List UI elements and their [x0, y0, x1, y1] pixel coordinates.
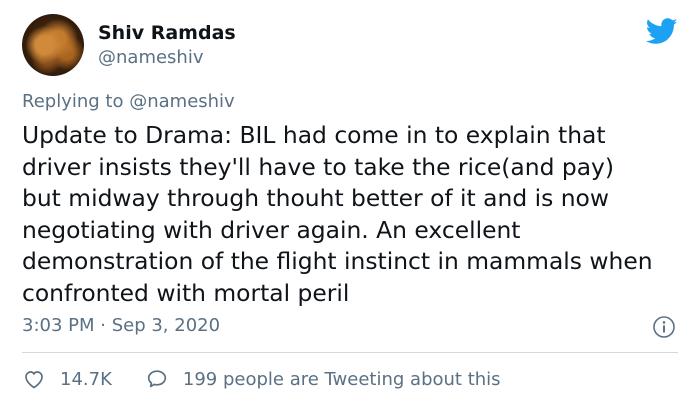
info-icon[interactable]	[652, 315, 676, 339]
author-handle[interactable]: @nameshiv	[98, 47, 204, 68]
divider	[22, 352, 678, 353]
conversation-text: 199 people are Tweeting about this	[182, 368, 501, 390]
replying-to-mention[interactable]: @nameshiv	[129, 91, 235, 112]
like-count: 14.7K	[60, 368, 112, 390]
tweet-text-line: demonstration of the flight instinct in …	[22, 247, 653, 275]
like-button[interactable]: 14.7K	[22, 367, 112, 391]
replying-to-label: Replying to	[22, 91, 124, 112]
speech-bubble-icon	[147, 370, 167, 388]
author-display-name[interactable]: Shiv Ramdas	[98, 22, 236, 44]
tweet-text: Update to Drama: BIL had come in to expl…	[22, 120, 687, 309]
twitter-bird-icon[interactable]	[646, 18, 678, 45]
conversation-link[interactable]: 199 people are Tweeting about this	[145, 367, 501, 391]
tweet-text-line: but midway through thouht better of it a…	[22, 184, 609, 212]
heart-icon	[25, 371, 43, 389]
replying-to: Replying to @nameshiv	[22, 91, 235, 112]
author-avatar[interactable]	[22, 14, 84, 76]
tweet-text-line: driver insists they'll have to take the …	[22, 152, 615, 181]
tweet-card: Shiv Ramdas @nameshiv Replying to @names…	[0, 0, 700, 406]
tweet-text-line: Update to Drama: BIL had come in to expl…	[22, 121, 606, 149]
tweet-actions: 14.7K 199 people are Tweeting about this	[22, 366, 501, 392]
tweet-text-line: confronted with mortal peril	[22, 278, 350, 307]
tweet-text-line: negotiating with driver again. An excell…	[22, 215, 521, 244]
tweet-timestamp[interactable]: 3:03 PM · Sep 3, 2020	[22, 315, 220, 336]
